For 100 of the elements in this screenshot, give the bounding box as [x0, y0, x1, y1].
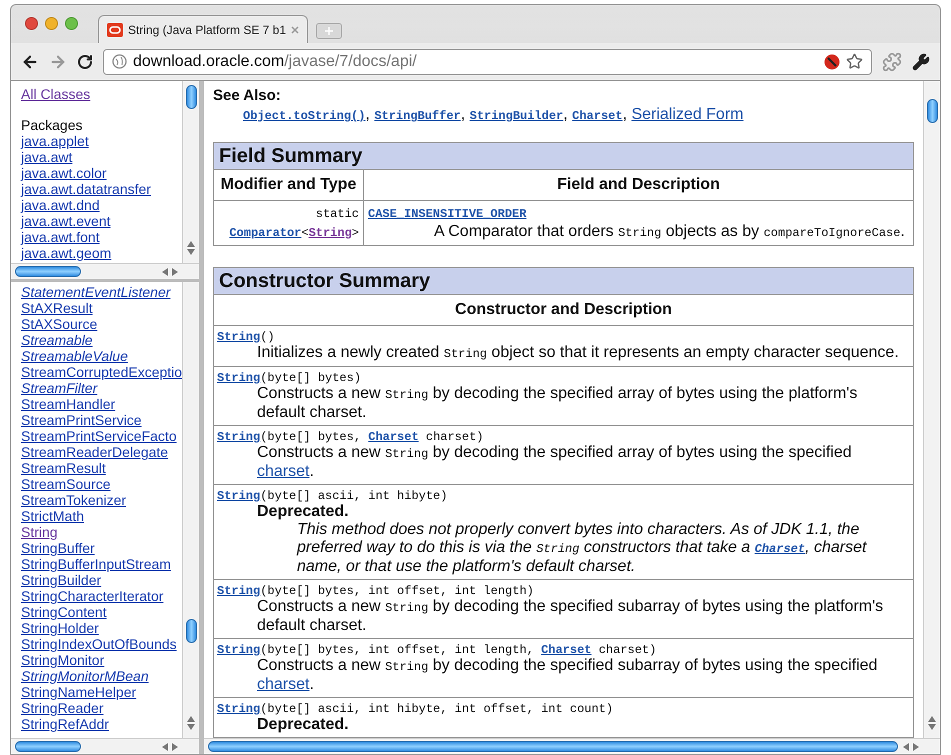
code-link[interactable]: Charset — [368, 430, 419, 444]
code-link[interactable]: String — [217, 371, 260, 385]
modifier-text: static — [314, 206, 359, 223]
class-link[interactable]: StringBuffer — [21, 540, 95, 556]
class-link[interactable]: StringIndexOutOfBounds — [21, 636, 177, 652]
left-arrow-icon[interactable] — [162, 742, 168, 750]
class-link[interactable]: StAXResult — [21, 300, 93, 316]
class-link[interactable]: StringHolder — [21, 620, 99, 636]
horizontal-scrollbar[interactable] — [11, 263, 199, 279]
class-link[interactable]: StreamPrintService — [21, 412, 142, 428]
right-arrow-icon[interactable] — [913, 742, 919, 750]
down-arrow-icon[interactable] — [187, 724, 195, 730]
code-link[interactable]: String — [217, 643, 260, 657]
wrench-icon[interactable] — [912, 52, 930, 70]
package-link[interactable]: java.awt.dnd — [21, 197, 100, 213]
code-link[interactable]: Charset — [754, 542, 806, 556]
class-link[interactable]: StreamHandler — [21, 396, 116, 412]
left-arrow-icon[interactable] — [162, 268, 168, 276]
class-link[interactable]: StreamReaderDelegate — [21, 444, 168, 460]
down-arrow-icon[interactable] — [928, 724, 936, 730]
forward-icon[interactable] — [49, 52, 67, 70]
window-close-button[interactable] — [25, 16, 38, 30]
code-link[interactable]: String — [217, 430, 260, 444]
field-link[interactable]: CASE_INSENSITIVE_ORDER — [368, 207, 526, 221]
vertical-scrollbar[interactable] — [923, 81, 940, 738]
class-link[interactable]: StringRefAddr — [21, 716, 109, 732]
code-link[interactable]: StringBuffer — [374, 109, 461, 123]
package-link[interactable]: java.applet — [21, 133, 89, 149]
up-arrow-icon[interactable] — [187, 716, 195, 722]
right-arrow-icon[interactable] — [172, 268, 178, 276]
class-link[interactable]: StringNameHelper — [21, 684, 136, 700]
package-link[interactable]: java.awt.geom — [21, 245, 112, 261]
scroll-thumb[interactable] — [15, 741, 81, 752]
constructor-signature: String(byte[] ascii, int hibyte) — [217, 489, 448, 503]
class-link[interactable]: StreamPrintServiceFacto — [21, 428, 177, 444]
window-zoom-button[interactable] — [65, 16, 78, 30]
scroll-thumb[interactable] — [186, 85, 197, 109]
all-classes-link[interactable]: All Classes — [21, 86, 90, 102]
close-icon[interactable] — [291, 26, 299, 34]
extension-icon[interactable] — [882, 52, 902, 72]
code-link[interactable]: String — [217, 330, 260, 344]
vertical-scrollbar[interactable] — [182, 81, 199, 263]
back-icon[interactable] — [21, 52, 39, 70]
class-link[interactable]: StrictMath — [21, 508, 84, 524]
address-bar[interactable]: download.oracle.com/javase/7/docs/api/ — [103, 48, 872, 74]
plus-icon — [325, 27, 333, 35]
class-link[interactable]: StringBuilder — [21, 572, 102, 588]
class-link[interactable]: StringCharacterIterator — [21, 588, 164, 604]
text-link[interactable]: charset — [257, 676, 310, 693]
horizontal-scrollbar[interactable] — [11, 738, 199, 754]
left-arrow-icon[interactable] — [903, 742, 909, 750]
text-link[interactable]: Serialized Form — [631, 106, 744, 123]
class-link[interactable]: Streamable — [21, 332, 93, 348]
class-link[interactable]: String — [21, 524, 58, 540]
constructor-description: Constructs a new String by decoding the specified subarray of bytes using the platform's default charset. — [256, 598, 884, 635]
code-link[interactable]: String — [217, 584, 260, 598]
class-link[interactable]: StreamResult — [21, 460, 106, 476]
scroll-thumb[interactable] — [927, 99, 938, 123]
star-icon[interactable] — [846, 53, 863, 70]
text-link[interactable]: charset — [257, 463, 310, 480]
browser-tab[interactable]: String (Java Platform SE 7 b1 — [98, 15, 308, 43]
vertical-scrollbar[interactable] — [182, 282, 199, 738]
class-link[interactable]: StringBufferInputStream — [21, 556, 171, 572]
class-link[interactable]: StreamSource — [21, 476, 110, 492]
code-link[interactable]: Object.toString() — [243, 109, 366, 123]
class-link[interactable]: StringMonitor — [21, 652, 104, 668]
code-link[interactable]: Charset — [541, 643, 592, 657]
code-link[interactable]: Charset — [572, 109, 623, 123]
code-link[interactable]: String — [308, 226, 352, 240]
horizontal-scrollbar[interactable] — [204, 738, 940, 754]
package-link[interactable]: java.awt.color — [21, 165, 107, 181]
class-link[interactable]: StatementEventListener — [21, 284, 170, 300]
package-link[interactable]: java.awt.font — [21, 229, 100, 245]
class-link[interactable]: StAXSource — [21, 316, 98, 332]
code-link[interactable]: String — [217, 702, 260, 716]
class-link[interactable]: StreamTokenizer — [21, 492, 126, 508]
class-link[interactable]: StringReader — [21, 700, 104, 716]
class-link[interactable]: StringMonitorMBean — [21, 668, 149, 684]
up-arrow-icon[interactable] — [928, 716, 936, 722]
down-arrow-icon[interactable] — [187, 249, 195, 255]
scroll-thumb[interactable] — [186, 619, 197, 643]
class-link[interactable]: StringContent — [21, 604, 107, 620]
blocked-icon[interactable] — [824, 54, 840, 70]
reload-icon[interactable] — [77, 54, 93, 70]
package-link[interactable]: java.awt.event — [21, 213, 110, 229]
class-link[interactable]: StreamableValue — [21, 348, 128, 364]
package-link[interactable]: java.awt — [21, 149, 72, 165]
code-link[interactable]: Comparator — [229, 226, 302, 240]
right-arrow-icon[interactable] — [172, 742, 178, 750]
package-link[interactable]: java.awt.datatransfer — [21, 181, 151, 197]
up-arrow-icon[interactable] — [187, 241, 195, 247]
new-tab-button[interactable] — [316, 23, 342, 39]
scroll-thumb[interactable] — [15, 266, 81, 277]
code-link[interactable]: String — [217, 489, 260, 503]
class-link[interactable]: StreamCorruptedExceptio — [21, 364, 182, 380]
modifier-text: Comparator<String> — [228, 225, 359, 242]
scroll-thumb[interactable] — [208, 741, 898, 752]
class-link[interactable]: StreamFilter — [21, 380, 98, 396]
window-minimize-button[interactable] — [45, 16, 58, 30]
code-link[interactable]: StringBuilder — [470, 109, 564, 123]
